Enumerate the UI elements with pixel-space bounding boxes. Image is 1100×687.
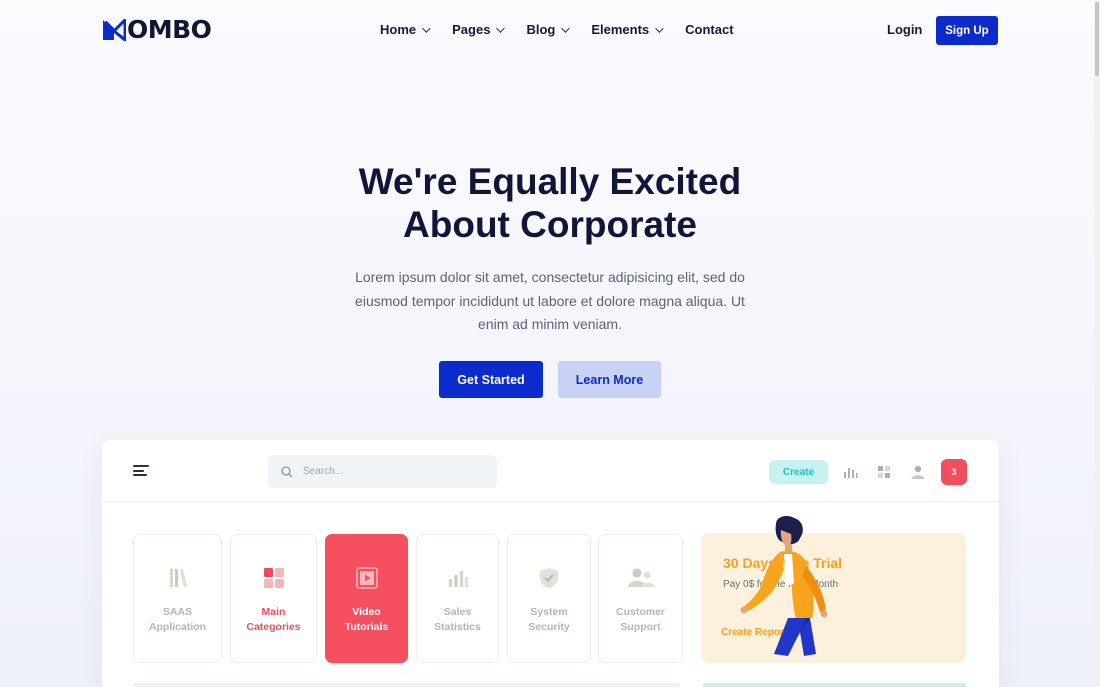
chevron-down-icon	[422, 23, 431, 33]
chevron-down-icon	[561, 23, 570, 33]
menu-item-pages[interactable]: Pages	[452, 22, 506, 37]
category-card-video[interactable]: Video Tutorials	[325, 534, 408, 663]
menu-label: Blog	[526, 22, 556, 37]
grid-icon	[263, 568, 284, 588]
dashboard-strip	[134, 683, 680, 687]
main-menu: Home Pages Blog Elements Contact	[380, 22, 758, 37]
hero-title-line-1: We're Equally Excited	[358, 161, 742, 202]
menu-item-contact[interactable]: Contact	[685, 22, 733, 37]
category-label: Customer Support	[615, 606, 665, 633]
search-icon	[281, 465, 293, 477]
logo[interactable]: OMBO	[102, 15, 212, 44]
hero-title-line-2: About Corporate	[403, 204, 697, 245]
users-icon	[627, 568, 655, 587]
category-label: Sales Statistics	[434, 606, 481, 633]
logo-text: OMBO	[127, 15, 212, 44]
books-icon	[169, 569, 187, 587]
category-card-saas[interactable]: SAAS Application	[133, 534, 222, 663]
dashboard-search[interactable]	[268, 455, 497, 488]
scrollbar-thumb[interactable]	[1095, 2, 1099, 76]
menu-label: Elements	[591, 22, 650, 37]
shield-icon	[540, 568, 558, 588]
category-label: Main Categories	[246, 606, 301, 633]
bar-chart-icon	[448, 571, 468, 587]
hamburger-menu-icon[interactable]	[133, 465, 149, 477]
menu-label: Contact	[685, 22, 734, 37]
create-button[interactable]: Create	[769, 460, 828, 484]
video-icon	[355, 567, 378, 589]
category-card-support[interactable]: Customer Support	[598, 534, 683, 663]
menu-item-home[interactable]: Home	[380, 22, 431, 37]
bar-chart-icon[interactable]	[842, 464, 858, 480]
user-icon[interactable]	[910, 464, 926, 480]
dashboard-strip-accent	[703, 683, 966, 687]
logo-mark-icon	[103, 19, 126, 41]
page-scrollbar[interactable]	[1094, 0, 1100, 687]
top-navigation: OMBO Home Pages Blog Elements Contact Lo…	[0, 0, 1094, 62]
category-card-sales[interactable]: Sales Statistics	[416, 534, 499, 663]
category-card-security[interactable]: System Security	[507, 534, 591, 663]
dashboard-toolbar: Create 3	[102, 440, 999, 502]
notification-badge[interactable]: 3	[941, 459, 967, 485]
hero-title: We're Equally Excited About Corporate	[0, 160, 1100, 246]
category-label: SAAS Application	[148, 606, 207, 633]
signup-button[interactable]: Sign Up	[936, 16, 998, 45]
login-link[interactable]: Login	[887, 22, 922, 37]
menu-label: Home	[380, 22, 417, 37]
category-label: System Security	[528, 606, 570, 633]
walking-person-illustration	[740, 516, 828, 656]
get-started-button[interactable]: Get Started	[439, 361, 543, 398]
chevron-down-icon	[655, 23, 664, 33]
menu-label: Pages	[452, 22, 491, 37]
hero-description: Lorem ipsum dolor sit amet, consectetur …	[355, 269, 745, 332]
chevron-down-icon	[496, 23, 506, 33]
search-input[interactable]	[303, 466, 483, 477]
grid-icon[interactable]	[876, 464, 892, 480]
learn-more-button[interactable]: Learn More	[558, 361, 661, 398]
menu-item-elements[interactable]: Elements	[591, 22, 664, 37]
dashboard-preview: Create 3 SAASApplication MainCategories …	[102, 440, 999, 687]
menu-item-blog[interactable]: Blog	[526, 22, 570, 37]
category-label: Video Tutorials	[344, 606, 389, 633]
category-card-main[interactable]: Main Categories	[230, 534, 317, 663]
